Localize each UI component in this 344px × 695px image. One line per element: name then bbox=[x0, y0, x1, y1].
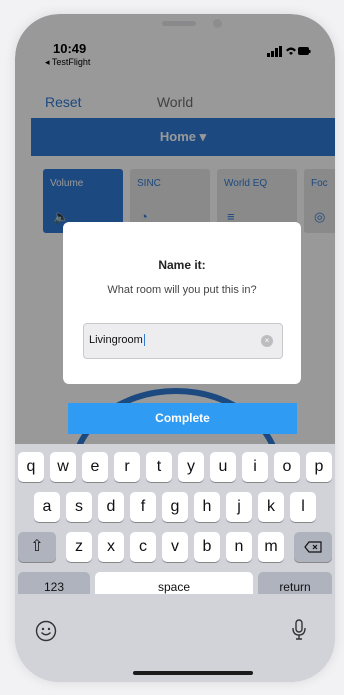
emoji-button[interactable] bbox=[35, 620, 57, 647]
key-o[interactable]: o bbox=[274, 452, 300, 482]
key-s[interactable]: s bbox=[66, 492, 92, 522]
key-b[interactable]: b bbox=[194, 532, 220, 562]
key-q[interactable]: q bbox=[18, 452, 44, 482]
key-i[interactable]: i bbox=[242, 452, 268, 482]
key-c[interactable]: c bbox=[130, 532, 156, 562]
emoji-icon bbox=[35, 620, 57, 642]
key-r[interactable]: r bbox=[114, 452, 140, 482]
microphone-icon bbox=[292, 619, 306, 640]
key-e[interactable]: e bbox=[82, 452, 108, 482]
text-caret bbox=[143, 334, 145, 347]
key-l[interactable]: l bbox=[290, 492, 316, 522]
room-name-value: Livingroom bbox=[89, 334, 145, 347]
key-x[interactable]: x bbox=[98, 532, 124, 562]
key-j[interactable]: j bbox=[226, 492, 252, 522]
dialog-message: What room will you put this in? bbox=[107, 284, 257, 296]
key-v[interactable]: v bbox=[162, 532, 188, 562]
key-k[interactable]: k bbox=[258, 492, 284, 522]
room-name-value-text: Livingroom bbox=[89, 334, 143, 346]
shift-icon: ⇧ bbox=[30, 538, 44, 555]
key-g[interactable]: g bbox=[162, 492, 188, 522]
key-u[interactable]: u bbox=[210, 452, 236, 482]
backspace-icon bbox=[304, 541, 322, 553]
key-z[interactable]: z bbox=[66, 532, 92, 562]
key-y[interactable]: y bbox=[178, 452, 204, 482]
clear-icon[interactable]: × bbox=[261, 335, 273, 347]
dialog-title: Name it: bbox=[158, 258, 206, 272]
screen: 10:49 ◂ TestFlight Reset World Home ▾ Vo… bbox=[15, 14, 335, 682]
key-n[interactable]: n bbox=[226, 532, 252, 562]
key-a[interactable]: a bbox=[34, 492, 60, 522]
phone-frame: 10:49 ◂ TestFlight Reset World Home ▾ Vo… bbox=[15, 14, 335, 682]
key-t[interactable]: t bbox=[146, 452, 172, 482]
key-h[interactable]: h bbox=[194, 492, 220, 522]
key-p[interactable]: p bbox=[306, 452, 332, 482]
shift-key[interactable]: ⇧ bbox=[18, 532, 56, 562]
dictation-button[interactable] bbox=[291, 619, 307, 646]
key-f[interactable]: f bbox=[130, 492, 156, 522]
key-w[interactable]: w bbox=[50, 452, 76, 482]
key-d[interactable]: d bbox=[98, 492, 124, 522]
room-name-input[interactable]: Livingroom × bbox=[83, 323, 283, 359]
home-indicator[interactable] bbox=[133, 671, 253, 675]
complete-button[interactable]: Complete bbox=[68, 403, 297, 434]
name-dialog: Name it: What room will you put this in?… bbox=[63, 222, 301, 384]
key-m[interactable]: m bbox=[258, 532, 284, 562]
backspace-key[interactable] bbox=[294, 532, 332, 562]
keyboard-bottom-bar bbox=[15, 594, 335, 682]
